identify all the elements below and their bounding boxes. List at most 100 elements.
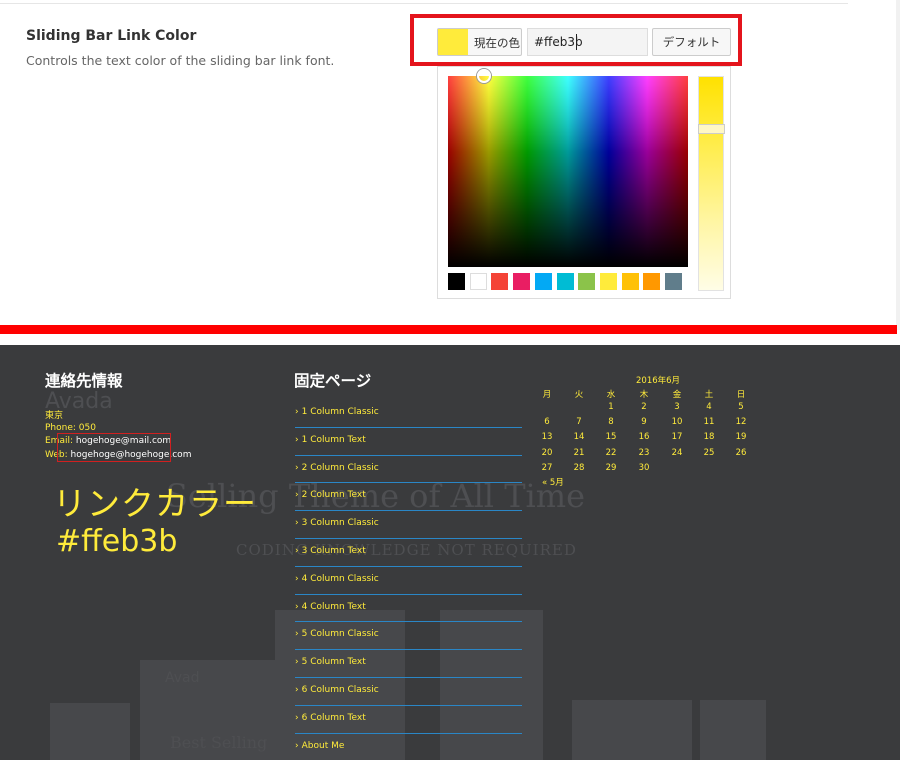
palette-swatch[interactable] (448, 273, 465, 290)
calendar-day: 14 (573, 432, 585, 443)
page-link-label: 4 Column Text (301, 601, 366, 612)
calendar-day: 9 (641, 417, 647, 428)
chevron-right-icon: › (295, 657, 299, 668)
calendar-caption: 2016年6月 (636, 376, 681, 386)
palette-swatch[interactable] (665, 273, 682, 290)
page-link-item[interactable]: › 3 Column Text (295, 539, 522, 567)
chevron-right-icon: › (295, 518, 299, 529)
page-link-item[interactable]: › 2 Column Classic (295, 456, 522, 484)
page-link-label: 3 Column Classic (301, 518, 379, 529)
calendar-weekday: 水 (606, 390, 616, 400)
calendar-day: 29 (605, 462, 617, 473)
palette-swatch[interactable] (621, 273, 639, 290)
contact-phone: Phone: 050 (45, 423, 96, 433)
section-gap (0, 334, 900, 345)
ghost-image (700, 700, 766, 760)
page-link-label: 6 Column Text (301, 712, 366, 723)
page-link-item[interactable]: › 2 Column Text (295, 483, 522, 512)
page-link-label: About Me (301, 740, 345, 751)
panel-edge (896, 0, 900, 330)
chevron-right-icon: › (295, 601, 299, 612)
chevron-right-icon: › (295, 462, 299, 473)
calendar-day: 15 (605, 432, 617, 443)
palette-swatch[interactable] (556, 273, 574, 290)
ghost-small-logo: Avad (165, 670, 200, 686)
settings-panel: Sliding Bar Link Color Controls the text… (0, 0, 900, 330)
chevron-right-icon: › (295, 740, 299, 751)
page-link-item[interactable]: › 1 Column Text (295, 428, 522, 456)
calendar-day: 27 (541, 462, 553, 473)
page-link-label: 1 Column Classic (301, 407, 379, 417)
calendar-weekday: 日 (736, 390, 746, 400)
page-link-item[interactable]: › 4 Column Text (295, 595, 522, 623)
calendar-prev-link[interactable]: « 5月 (542, 476, 564, 488)
page-link-label: 1 Column Text (301, 434, 366, 445)
setting-description: Controls the text color of the sliding b… (26, 53, 335, 68)
calendar-day: 21 (573, 447, 585, 458)
chevron-right-icon: › (295, 712, 299, 723)
hue-slider[interactable] (698, 76, 724, 291)
palette-swatch[interactable] (578, 273, 596, 290)
annotation-hex-value: #ffeb3b (56, 524, 178, 559)
page-link-item[interactable]: › 5 Column Text (295, 650, 522, 678)
page-link-label: 2 Column Classic (301, 462, 379, 473)
spectrum-handle[interactable] (477, 69, 491, 83)
top-divider (0, 3, 848, 4)
hue-slider-handle[interactable] (698, 124, 725, 134)
calendar-weekday: 木 (639, 390, 649, 400)
chevron-right-icon: › (295, 573, 299, 584)
palette-swatch[interactable] (599, 273, 617, 290)
page-link-item[interactable]: › 6 Column Text (295, 706, 522, 734)
palette-swatch[interactable] (513, 273, 531, 290)
chevron-right-icon: › (295, 434, 299, 445)
page-link-item[interactable]: › 4 Column Classic (295, 567, 522, 595)
page-link-item[interactable]: › About Me (295, 734, 522, 760)
calendar-day: 11 (703, 417, 715, 428)
calendar-day: 22 (605, 447, 617, 458)
page-link-label: 2 Column Text (301, 490, 366, 501)
ghost-image (50, 703, 130, 760)
palette-swatch[interactable] (469, 273, 487, 290)
calendar-day: 5 (738, 402, 744, 412)
page-link-label: 5 Column Classic (301, 629, 379, 640)
calendar-day: 28 (573, 462, 585, 473)
contact-city: 東京 (45, 411, 64, 421)
page-link-label: 5 Column Text (301, 657, 366, 668)
pages-widget-title: 固定ページ (294, 372, 372, 390)
calendar-day: 25 (703, 447, 715, 458)
color-spectrum-area[interactable] (448, 76, 688, 267)
calendar-day: 16 (638, 432, 650, 443)
email-highlight-box (57, 433, 171, 462)
calendar-weekday: 月 (542, 390, 552, 400)
calendar-day: 23 (638, 447, 650, 458)
palette-swatch[interactable] (643, 273, 661, 290)
page-link-item[interactable]: › 6 Column Classic (295, 678, 522, 706)
calendar-weekday: 火 (574, 390, 584, 400)
highlight-box (410, 14, 742, 66)
page-link-item[interactable]: › 3 Column Classic (295, 511, 522, 539)
palette-swatch[interactable] (534, 273, 552, 290)
calendar-day: 3 (674, 402, 680, 412)
page-link-item[interactable]: › 1 Column Classic (295, 400, 522, 428)
chevron-right-icon: › (295, 490, 299, 501)
page-link-label: 4 Column Classic (301, 573, 379, 584)
palette-swatch[interactable] (491, 273, 509, 290)
calendar-day: 12 (735, 417, 747, 428)
calendar-day: 20 (541, 447, 553, 458)
calendar-day: 10 (671, 417, 683, 428)
ghost-image (572, 700, 692, 760)
annotation-link-color-label: リンクカラー (53, 484, 257, 523)
calendar-day: 18 (703, 432, 715, 443)
footer-preview: Avada Selling Theme of All Time CODING K… (0, 345, 900, 760)
page-link-item[interactable]: › 5 Column Classic (295, 622, 522, 651)
calendar-day: 13 (541, 432, 553, 443)
chevron-right-icon: › (295, 629, 299, 640)
calendar-day: 6 (544, 417, 550, 428)
page-link-label: 6 Column Classic (301, 685, 379, 695)
calendar-day: 26 (735, 447, 747, 458)
ghost-small-headline: Best Selling (170, 733, 268, 752)
calendar-day: 4 (706, 402, 712, 412)
chevron-right-icon: › (295, 407, 299, 417)
chevron-right-icon: › (295, 546, 299, 556)
calendar-weekday: 土 (704, 390, 714, 400)
